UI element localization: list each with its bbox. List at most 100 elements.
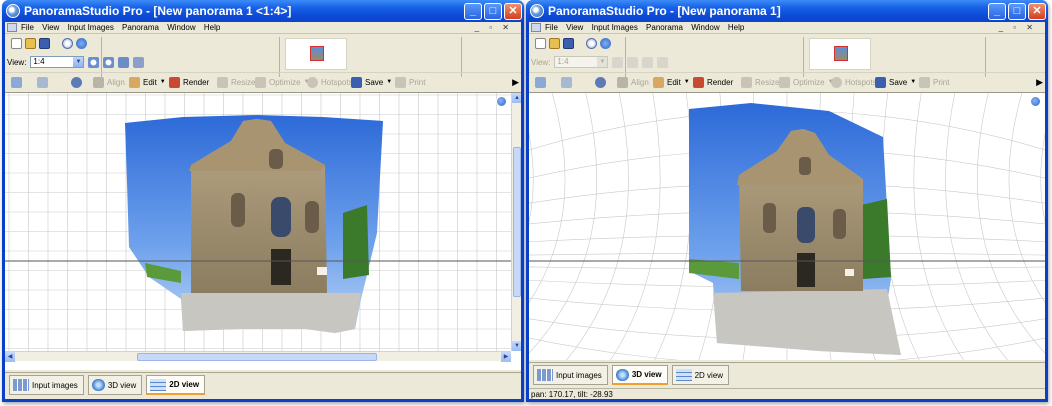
panel-divider (803, 37, 804, 77)
navigator-thumbnail[interactable] (809, 38, 871, 70)
zoom-in-icon[interactable] (612, 56, 624, 68)
zoom-fit-icon[interactable] (642, 56, 654, 68)
help-icon[interactable] (600, 38, 611, 49)
help-icon[interactable] (76, 38, 87, 49)
render-button[interactable]: Render (693, 73, 733, 92)
tab-input-images[interactable]: Input images (533, 365, 608, 385)
edit-button[interactable]: Edit ▼ (653, 73, 690, 92)
viewport-frame[interactable] (834, 46, 848, 61)
main-toolbar: Align Edit ▼ Render Resize Optimize ▼ Ho… (5, 72, 521, 91)
vertical-scrollbar[interactable]: ▲ ▼ (511, 93, 521, 351)
menu-window[interactable]: Window (691, 23, 719, 32)
image-list-icon[interactable] (561, 77, 572, 88)
layout-icon[interactable] (535, 77, 546, 88)
new-icon[interactable] (11, 38, 22, 49)
new-icon[interactable] (535, 38, 546, 49)
optimize-button[interactable]: Optimize ▼ (255, 73, 310, 92)
zoom-select[interactable]: 1:4 ▼ (554, 56, 609, 68)
align-button[interactable]: Align (93, 73, 125, 92)
tab-2d-view[interactable]: 2D view (146, 375, 206, 395)
info-icon[interactable] (62, 38, 73, 49)
view-control: View: 1:4 ▼ (7, 56, 145, 68)
scroll-left-icon[interactable]: ◀ (5, 352, 15, 362)
open-icon[interactable] (549, 38, 560, 49)
menu-file[interactable]: File (21, 23, 34, 32)
view-label: View: (7, 57, 27, 67)
globe-icon (91, 379, 105, 391)
close-button[interactable]: ✕ (504, 3, 522, 20)
menu-input-images[interactable]: Input Images (68, 23, 114, 32)
panorama-2d-canvas[interactable]: ▲ ▼ ◀ ▶ (5, 92, 521, 370)
print-button[interactable]: Print (395, 73, 425, 92)
camera-icon[interactable] (595, 77, 606, 88)
save-icon[interactable] (563, 38, 574, 49)
hotspots-button[interactable]: Hotspots (307, 73, 353, 92)
scroll-down-icon[interactable]: ▼ (512, 341, 521, 351)
save-icon[interactable] (39, 38, 50, 49)
zoom-fit-icon[interactable] (118, 56, 130, 68)
edit-button[interactable]: Edit ▼ (129, 73, 166, 92)
menu-input-images[interactable]: Input Images (592, 23, 638, 32)
menu-help[interactable]: Help (204, 23, 220, 32)
menu-help[interactable]: Help (728, 23, 744, 32)
save-button[interactable]: Save ▼ (351, 73, 392, 92)
zoom-full-icon[interactable] (657, 56, 669, 68)
tab-3d-view[interactable]: 3D view (611, 365, 668, 385)
spherical-panorama-view[interactable] (529, 93, 1045, 360)
align-button[interactable]: Align (617, 73, 649, 92)
chevron-down-icon[interactable]: ▼ (73, 57, 84, 67)
viewport-frame[interactable] (310, 46, 324, 61)
minimize-button[interactable]: _ (988, 3, 1006, 20)
view-tabs: Input images 3D view 2D view (5, 372, 521, 395)
mdi-controls[interactable]: _ ▫ ✕ (475, 22, 513, 33)
menu-view[interactable]: View (566, 23, 583, 32)
navigator-thumbnail[interactable] (285, 38, 347, 70)
zoom-in-icon[interactable] (88, 56, 100, 68)
hotspots-button[interactable]: Hotspots (831, 73, 877, 92)
info-icon[interactable] (586, 38, 597, 49)
tab-3d-view[interactable]: 3D view (87, 375, 143, 395)
maximize-button[interactable]: □ (1008, 3, 1026, 20)
resize-button[interactable]: Resize (217, 73, 255, 92)
menu-file[interactable]: File (545, 23, 558, 32)
scroll-right-icon[interactable]: ▶ (501, 352, 511, 362)
mdi-controls[interactable]: _ ▫ ✕ (999, 22, 1037, 33)
toolbar-more-icon[interactable]: ▶ (1036, 73, 1043, 92)
grid-curve (610, 93, 661, 360)
zoom-out-icon[interactable] (103, 56, 115, 68)
zoom-select[interactable]: 1:4 ▼ (30, 56, 85, 68)
minimize-button[interactable]: _ (464, 3, 482, 20)
open-icon[interactable] (25, 38, 36, 49)
save-button[interactable]: Save ▼ (875, 73, 916, 92)
menu-view[interactable]: View (42, 23, 59, 32)
menu-panorama[interactable]: Panorama (122, 23, 159, 32)
render-button[interactable]: Render (169, 73, 209, 92)
layout-icon[interactable] (11, 77, 22, 88)
resize-button[interactable]: Resize (741, 73, 779, 92)
tab-input-images[interactable]: Input images (9, 375, 84, 395)
tab-2d-view[interactable]: 2D view (671, 365, 730, 385)
zoom-full-icon[interactable] (133, 56, 145, 68)
view-options-icon[interactable] (1030, 96, 1041, 107)
camera-icon[interactable] (71, 77, 82, 88)
zoom-out-icon[interactable] (627, 56, 639, 68)
menu-window[interactable]: Window (167, 23, 195, 32)
print-button[interactable]: Print (919, 73, 949, 92)
vertical-scroll-thumb[interactable] (513, 147, 521, 297)
image-list-icon[interactable] (37, 77, 48, 88)
grid-curve (977, 93, 1045, 354)
title-bar[interactable]: PanoramaStudio Pro - [New panorama 1 <1:… (2, 0, 524, 22)
flat-panorama-view[interactable] (5, 93, 511, 361)
horizontal-scroll-thumb[interactable] (137, 353, 377, 361)
toolbar-more-icon[interactable]: ▶ (512, 73, 519, 92)
view-options-icon[interactable] (496, 96, 507, 107)
scroll-up-icon[interactable]: ▲ (512, 93, 521, 103)
title-bar[interactable]: PanoramaStudio Pro - [New panorama 1] _ … (526, 0, 1048, 22)
menu-panorama[interactable]: Panorama (646, 23, 683, 32)
optimize-button[interactable]: Optimize ▼ (779, 73, 834, 92)
chevron-down-icon[interactable]: ▼ (597, 57, 608, 67)
maximize-button[interactable]: □ (484, 3, 502, 20)
close-button[interactable]: ✕ (1028, 3, 1046, 20)
panorama-3d-canvas[interactable] (529, 92, 1045, 360)
horizontal-scrollbar[interactable]: ◀ ▶ (5, 351, 511, 362)
